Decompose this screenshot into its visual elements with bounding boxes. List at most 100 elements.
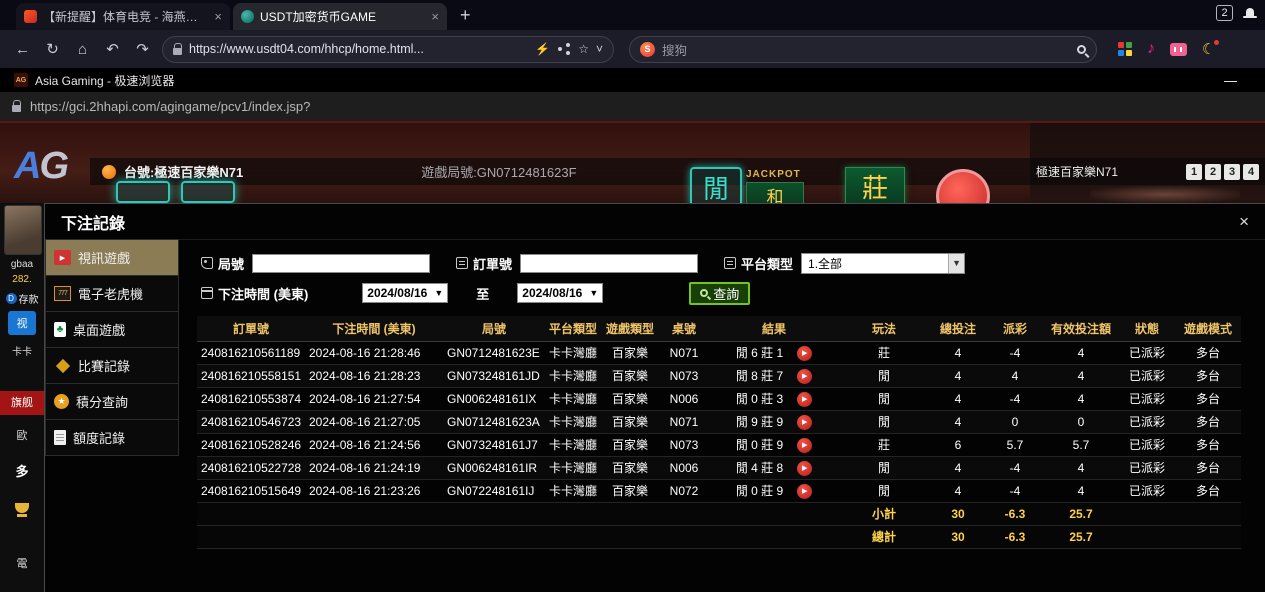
- cell-table-no: N073: [659, 364, 709, 387]
- cell-play: 閒: [839, 456, 929, 479]
- hall-label[interactable]: 卡卡: [0, 343, 44, 358]
- menu-label: 視訊遊戲: [78, 248, 130, 267]
- menu-item-slots[interactable]: 777 電子老虎機: [45, 275, 179, 312]
- tab2-close-icon[interactable]: ×: [431, 9, 439, 24]
- replay-button[interactable]: ▶: [797, 484, 812, 499]
- game-round-label: 遊戲局號:GN0712481623F: [421, 162, 576, 181]
- info-icon: [102, 165, 116, 179]
- page-button-3[interactable]: 3: [1224, 164, 1240, 180]
- date-from-dropdown-icon: ▼: [434, 288, 443, 298]
- europe-tab[interactable]: 歐: [0, 427, 44, 443]
- date-from-select[interactable]: 2024/08/16 ▼: [362, 283, 448, 303]
- bet-player-zone[interactable]: 閒: [690, 167, 742, 207]
- query-button[interactable]: 查詢: [689, 282, 750, 305]
- cell-round: GN072248161IJ: [443, 479, 545, 502]
- replay-button[interactable]: ▶: [797, 369, 812, 384]
- page-button-4[interactable]: 4: [1243, 164, 1259, 180]
- browser-tab-1[interactable]: 【新提醒】体育电竞 - 海燕策略 ×: [16, 3, 230, 30]
- search-magnifier-icon[interactable]: [1077, 45, 1086, 54]
- tab-counter-badge[interactable]: 2: [1216, 5, 1233, 21]
- cell-result: 閒 9 莊 9▶: [709, 410, 839, 433]
- platform-type-select[interactable]: 1.全部 ▼: [801, 253, 965, 274]
- refresh-icon[interactable]: ↻: [42, 40, 63, 58]
- night-mode-icon[interactable]: ☾: [1202, 40, 1215, 58]
- deposit-button[interactable]: D 存款: [0, 291, 44, 306]
- game-right-panel: 極速百家樂N71 1 2 3 4: [1030, 123, 1265, 203]
- cell-total: 4: [929, 410, 987, 433]
- toolbar-right-icons: ♪ ☾: [1118, 40, 1215, 58]
- cell-mode: 多台: [1175, 479, 1241, 502]
- table-row: 2408162105282462024-08-16 21:24:56GN0732…: [197, 433, 1241, 456]
- summary-total: 30: [929, 525, 987, 548]
- round-number-input[interactable]: [252, 254, 430, 273]
- modal-close-icon[interactable]: ×: [1239, 212, 1249, 232]
- modal-menu: ▶ 視訊遊戲 777 電子老虎機 ♣ 桌面遊戲 比賽記錄 ★ 積分查詢: [45, 240, 179, 592]
- summary-label: 小計: [839, 502, 929, 525]
- modal-title: 下注記錄: [61, 210, 125, 234]
- lightning-icon[interactable]: ⚡: [535, 42, 550, 56]
- menu-item-match-records[interactable]: 比賽記錄: [45, 347, 179, 384]
- minimize-button[interactable]: —: [1224, 73, 1237, 88]
- replay-button[interactable]: ▶: [797, 415, 812, 430]
- menu-item-table-games[interactable]: ♣ 桌面遊戲: [45, 311, 179, 348]
- right-panel-bar: 極速百家樂N71 1 2 3 4: [1030, 158, 1265, 185]
- table-row: 2408162105227282024-08-16 21:24:19GN0062…: [197, 456, 1241, 479]
- electronic-tab[interactable]: 電: [0, 555, 44, 571]
- address-chevron-icon[interactable]: ˅: [596, 42, 603, 56]
- inner-url-bar[interactable]: https://gci.2hhapi.com/agingame/pcv1/ind…: [0, 92, 1265, 123]
- flagship-tab[interactable]: 旗舰: [0, 391, 44, 415]
- bet-chip-glow-2[interactable]: [181, 181, 235, 203]
- trophy-icon[interactable]: [13, 503, 31, 518]
- replay-button[interactable]: ▶: [797, 392, 812, 407]
- menu-item-video-games[interactable]: ▶ 視訊遊戲: [45, 239, 179, 276]
- replay-button[interactable]: ▶: [797, 461, 812, 476]
- cell-order: 240816210522728: [197, 456, 305, 479]
- result-text: 閒 0 莊 9: [736, 484, 783, 498]
- menu-label: 電子老虎機: [78, 284, 143, 303]
- search-bar[interactable]: S 搜狗: [629, 36, 1097, 63]
- replay-button[interactable]: ▶: [797, 346, 812, 361]
- cell-total: 4: [929, 456, 987, 479]
- summary-pad: [1119, 502, 1241, 525]
- tab1-close-icon[interactable]: ×: [214, 9, 222, 24]
- menu-item-points-inquiry[interactable]: ★ 積分查詢: [45, 383, 179, 420]
- cell-platform: 卡卡灣廳: [545, 456, 601, 479]
- new-tab-button[interactable]: +: [460, 5, 471, 26]
- music-icon[interactable]: ♪: [1147, 40, 1155, 58]
- multi-table-tab[interactable]: 多: [0, 461, 44, 480]
- page-button-1[interactable]: 1: [1186, 164, 1202, 180]
- cell-mode: 多台: [1175, 433, 1241, 456]
- back-icon[interactable]: ←: [12, 41, 33, 58]
- share-icon[interactable]: [557, 43, 571, 55]
- undo-icon[interactable]: ↶: [102, 40, 123, 58]
- cell-play: 閒: [839, 387, 929, 410]
- order-number-input[interactable]: [520, 254, 698, 273]
- menu-item-quota-records[interactable]: 額度記錄: [45, 419, 179, 456]
- date-to-dropdown-icon: ▼: [589, 288, 598, 298]
- apps-grid-icon[interactable]: [1118, 42, 1132, 56]
- hat-icon[interactable]: [1243, 7, 1257, 19]
- column-header-order: 訂單號: [197, 316, 305, 341]
- page-button-2[interactable]: 2: [1205, 164, 1221, 180]
- redo-icon[interactable]: ↷: [132, 40, 153, 58]
- cell-result: 閒 0 莊 9 ▶: [709, 479, 839, 502]
- cell-status: 已派彩: [1119, 410, 1175, 433]
- cell-order: 240816210558151: [197, 364, 305, 387]
- video-hall-tab[interactable]: 视: [8, 311, 36, 335]
- bookmark-star-icon[interactable]: ☆: [578, 42, 589, 56]
- column-header-total: 總投注: [929, 316, 987, 341]
- sogou-icon[interactable]: S: [640, 42, 655, 57]
- date-to-select[interactable]: 2024/08/16 ▼: [517, 283, 603, 303]
- address-bar[interactable]: https://www.usdt04.com/hhcp/home.html...…: [162, 36, 614, 63]
- bet-chip-glow-1[interactable]: [116, 181, 170, 203]
- tv-icon[interactable]: [1170, 43, 1187, 56]
- cell-table-no: N071: [659, 341, 709, 364]
- home-icon[interactable]: ⌂: [72, 41, 93, 58]
- table-row: 2408162105581512024-08-16 21:28:23GN0732…: [197, 364, 1241, 387]
- cell-valid: 4: [1043, 456, 1119, 479]
- table-row: 2408162105467232024-08-16 21:27:05GN0712…: [197, 410, 1241, 433]
- bet-banker-zone[interactable]: 莊: [845, 167, 905, 207]
- replay-button[interactable]: ▶: [797, 438, 812, 453]
- cell-game-type: 百家樂: [601, 341, 659, 364]
- browser-tab-2[interactable]: USDT加密货币GAME ×: [233, 3, 447, 30]
